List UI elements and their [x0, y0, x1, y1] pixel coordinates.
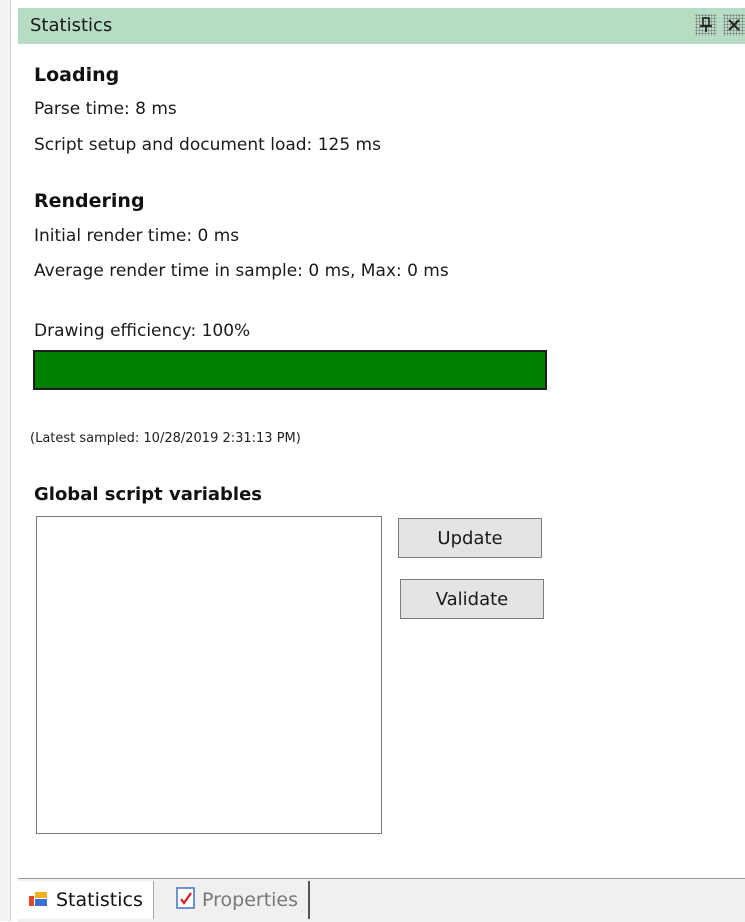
- average-render-text: Average render time in sample: 0 ms, Max…: [34, 261, 449, 281]
- tab-properties[interactable]: Properties: [166, 881, 311, 919]
- global-variables-heading: Global script variables: [34, 484, 263, 505]
- parse-time-text: Parse time: 8 ms: [34, 99, 177, 119]
- drawing-efficiency-label: Drawing efficiency: 100%: [34, 321, 251, 341]
- drawing-efficiency-bar: [33, 350, 547, 390]
- tab-properties-label: Properties: [202, 889, 299, 911]
- rendering-heading: Rendering: [34, 190, 145, 212]
- titlebar-buttons: [695, 14, 745, 36]
- loading-heading: Loading: [34, 64, 120, 86]
- validate-button[interactable]: Validate: [400, 579, 544, 619]
- panel-titlebar: Statistics: [18, 8, 745, 44]
- drawing-efficiency-fill: [35, 352, 545, 388]
- global-variables-list[interactable]: [36, 516, 382, 834]
- tab-statistics[interactable]: Statistics: [18, 881, 154, 919]
- initial-render-text: Initial render time: 0 ms: [34, 226, 240, 246]
- latest-sampled-text: (Latest sampled: 10/28/2019 2:31:13 PM): [30, 431, 301, 446]
- left-edge-border: [0, 0, 11, 921]
- statistics-panel: Loading Parse time: 8 ms Script setup an…: [18, 44, 745, 878]
- update-button[interactable]: Update: [398, 518, 542, 558]
- script-setup-text: Script setup and document load: 125 ms: [34, 135, 381, 155]
- bottom-tab-strip: Statistics Properties: [18, 878, 745, 922]
- close-icon[interactable]: [723, 14, 745, 36]
- properties-page-icon: [176, 886, 196, 914]
- tab-statistics-label: Statistics: [56, 889, 143, 911]
- statistics-chart-icon: [28, 889, 50, 912]
- pin-icon[interactable]: [695, 14, 717, 36]
- panel-title: Statistics: [30, 15, 113, 36]
